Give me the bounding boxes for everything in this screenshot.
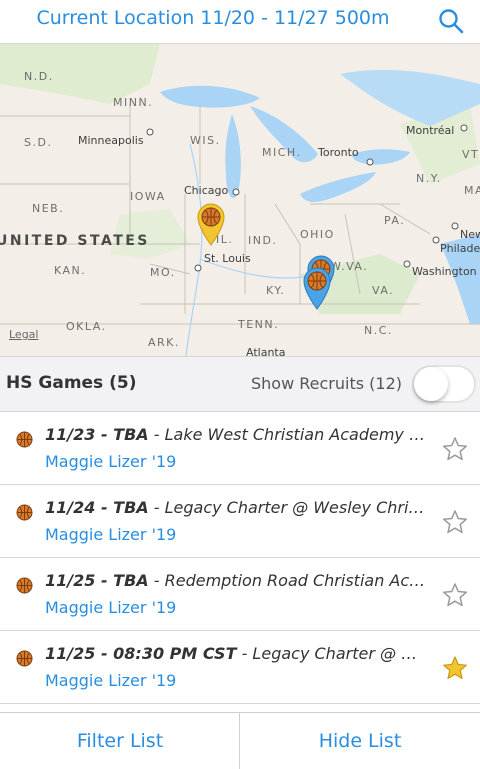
basketball-pin-blue[interactable] — [302, 266, 332, 310]
location-filter-title[interactable]: Current Location 11/20 - 11/27 500m — [0, 7, 426, 29]
toggle-knob — [414, 367, 448, 401]
state-label: OHIO — [300, 228, 335, 241]
list-item[interactable]: 11/25 - 08:30 PM CST - Legacy Charter @ … — [0, 631, 480, 704]
game-title: 11/24 - TBA - Legacy Charter @ Wesley Ch… — [45, 498, 430, 517]
map-view[interactable]: N.D. MINN. WIS. S.D. MICH. IOWA NEB. IND… — [0, 44, 480, 356]
city-label: Montréal — [406, 124, 455, 137]
game-date: 11/25 - 08:30 PM CST — [45, 644, 237, 663]
game-date: 11/24 - TBA — [45, 498, 149, 517]
state-label: IND. — [248, 234, 278, 247]
basketball-icon — [16, 504, 33, 521]
basketball-icon — [16, 577, 33, 594]
game-matchup: - Lake West Christian Academy vs. Wes… — [153, 425, 430, 444]
state-label: N.Y. — [416, 172, 442, 185]
game-date: 11/23 - TBA — [45, 425, 149, 444]
state-label: S.D. — [24, 136, 53, 149]
list-item[interactable]: 11/23 - TBA - Lake West Christian Academ… — [0, 412, 480, 485]
basketball-icon — [16, 650, 33, 667]
basketball-icon — [16, 431, 33, 448]
state-label: WIS. — [190, 134, 221, 147]
basketball-pin-yellow[interactable] — [196, 202, 226, 246]
section-title: HS Games (5) — [6, 373, 137, 393]
search-button[interactable] — [436, 6, 466, 36]
country-label: UNITED STATES — [0, 233, 150, 249]
game-matchup: - Legacy Charter @ Wesley Christian Scho… — [153, 498, 430, 517]
player-link[interactable]: Maggie Lizer '19 — [45, 671, 176, 690]
star-icon[interactable] — [442, 582, 468, 608]
state-label: VT — [462, 148, 480, 161]
list-item[interactable]: 11/25 - TBA - Redemption Road Christian … — [0, 558, 480, 631]
state-label: TENN. — [238, 318, 280, 331]
state-label: MINN. — [113, 96, 154, 109]
show-recruits-label: Show Recruits (12) — [251, 374, 402, 393]
state-label: KAN. — [54, 264, 87, 277]
state-label: MICH. — [262, 146, 302, 159]
star-icon[interactable] — [442, 436, 468, 462]
filter-list-button[interactable]: Filter List — [0, 713, 240, 769]
footer-bar: Filter List Hide List — [0, 712, 480, 769]
games-section-header: HS Games (5) Show Recruits (12) — [0, 356, 480, 412]
game-title: 11/25 - 08:30 PM CST - Legacy Charter @ … — [45, 644, 430, 663]
player-link[interactable]: Maggie Lizer '19 — [45, 598, 176, 617]
game-matchup: - Redemption Road Christian Academy — [153, 571, 430, 590]
header-bar: Current Location 11/20 - 11/27 500m — [0, 0, 480, 44]
state-label: VA. — [372, 284, 395, 297]
city-label: Atlanta — [246, 346, 286, 356]
state-label: KY. — [266, 284, 286, 297]
state-label: OKLA. — [66, 320, 107, 333]
city-label: Washington — [412, 265, 477, 278]
city-label: Toronto — [318, 146, 359, 159]
game-title: 11/23 - TBA - Lake West Christian Academ… — [45, 425, 430, 444]
legal-link[interactable]: Legal — [9, 328, 38, 341]
city-label: St. Louis — [204, 252, 251, 265]
city-label: New — [460, 228, 480, 241]
state-label: N.C. — [364, 324, 393, 337]
map-background — [0, 44, 480, 356]
city-label: Philade — [440, 242, 480, 255]
state-label: MO. — [150, 266, 176, 279]
games-list[interactable]: 11/23 - TBA - Lake West Christian Academ… — [0, 412, 480, 712]
list-item[interactable]: 11/24 - TBA - Legacy Charter @ Wesley Ch… — [0, 485, 480, 558]
player-link[interactable]: Maggie Lizer '19 — [45, 525, 176, 544]
hide-list-button[interactable]: Hide List — [240, 713, 480, 769]
state-label: ARK. — [148, 336, 180, 349]
city-label: Chicago — [184, 184, 229, 197]
search-icon — [439, 9, 464, 34]
show-recruits-toggle[interactable] — [412, 365, 476, 403]
state-label: PA. — [384, 214, 406, 227]
star-filled-icon[interactable] — [442, 655, 468, 681]
star-icon[interactable] — [442, 509, 468, 535]
state-label: MA — [464, 184, 480, 197]
game-date: 11/25 - TBA — [45, 571, 149, 590]
player-link[interactable]: Maggie Lizer '19 — [45, 452, 176, 471]
game-title: 11/25 - TBA - Redemption Road Christian … — [45, 571, 430, 590]
state-label: IOWA — [130, 190, 166, 203]
city-label: Minneapolis — [78, 134, 144, 147]
state-label: NEB. — [32, 202, 65, 215]
state-label: N.D. — [24, 70, 54, 83]
game-matchup: - Legacy Charter @ Wesley — [241, 644, 430, 663]
